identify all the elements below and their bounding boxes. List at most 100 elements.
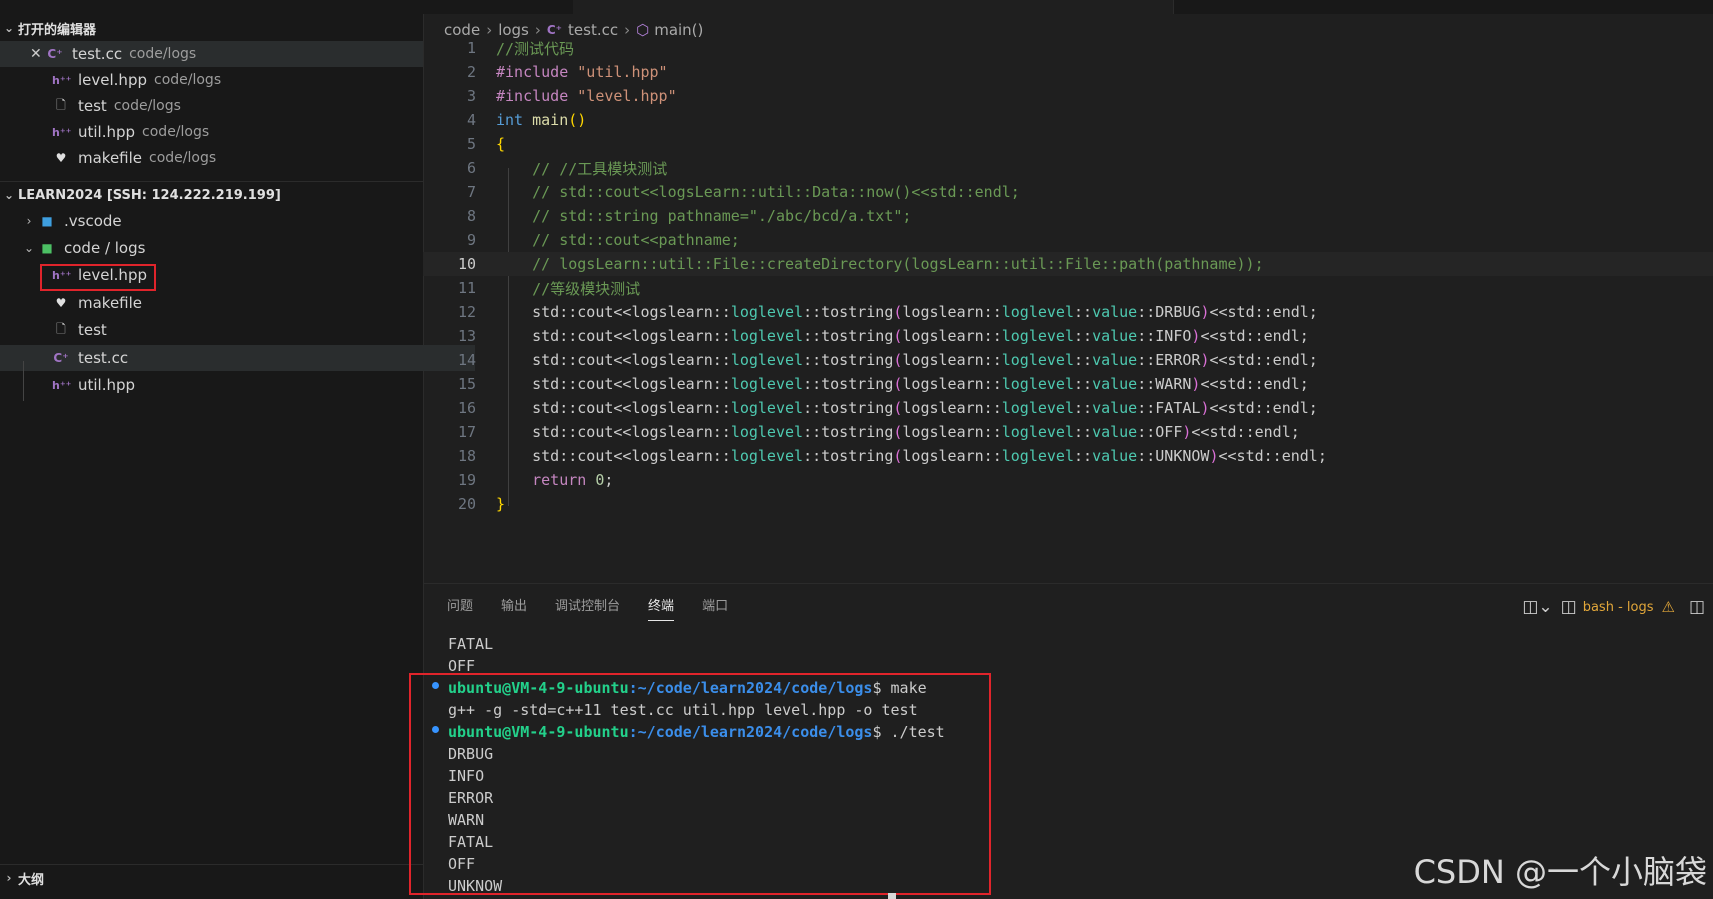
open-editor-name: util.hpp — [78, 123, 136, 141]
code-text: std::cout<<logslearn::loglevel::tostring… — [496, 303, 1318, 321]
open-editor-item-level-hpp[interactable]: h⁺⁺ level.hpp code/logs — [0, 67, 475, 93]
open-editor-desc: code/logs — [113, 98, 181, 114]
code-text: #include "level.hpp" — [496, 87, 677, 105]
code-line: 16 std::cout<<logslearn::loglevel::tostr… — [423, 396, 1713, 420]
hpp-file-icon: h⁺⁺ — [52, 73, 72, 87]
tab-ports[interactable]: 端口 — [702, 593, 728, 621]
scroll-indicator[interactable] — [888, 893, 896, 899]
open-editor-item-test[interactable]: 🗋 test code/logs — [0, 93, 475, 119]
explorer-sidebar: ⌄ 打开的编辑器 ✕ C⁺ test.cc code/logs h⁺⁺ leve… — [0, 0, 475, 899]
line-number: 11 — [457, 279, 476, 297]
code-line: 12 std::cout<<logslearn::loglevel::tostr… — [423, 300, 1713, 324]
line-number: 19 — [457, 471, 476, 489]
code-text: return 0; — [496, 471, 614, 489]
cpp-file-icon: C⁺ — [546, 23, 563, 37]
terminal-label[interactable]: bash - logs — [1583, 600, 1654, 615]
tree-file-test-cc[interactable]: C⁺ test.cc — [0, 345, 475, 371]
code-line: 4 int main() — [423, 108, 1713, 132]
open-editor-item-makefile[interactable]: ♥ makefile code/logs — [0, 145, 475, 171]
code-line: 6 // //工具模块测试 — [423, 156, 1713, 180]
code-text: // logsLearn::util::File::createDirector… — [496, 255, 1264, 273]
line-number: 3 — [466, 87, 476, 105]
tree-folder-vscode[interactable]: › ■ .vscode — [0, 208, 443, 234]
line-number: 10 — [457, 255, 476, 273]
highlight-box — [409, 673, 991, 895]
cpp-file-icon: C⁺ — [53, 351, 69, 365]
workspace-title: LEARN2024 [SSH: 124.222.219.199] — [18, 187, 281, 203]
code-line: 8 // std::string pathname="./abc/bcd/a.t… — [423, 204, 1713, 228]
open-editor-name: test.cc — [72, 45, 123, 63]
vscode-folder-icon: ■ — [41, 214, 53, 228]
tree-file-label: test.cc — [78, 349, 129, 367]
editor-tab[interactable] — [873, 0, 1024, 14]
terminal-icon[interactable]: ◫ — [1561, 597, 1577, 617]
line-number: 17 — [457, 423, 476, 441]
open-editor-name: makefile — [78, 149, 143, 167]
code-line: 11 //等级模块测试 — [423, 276, 1713, 300]
code-text: std::cout<<logslearn::loglevel::tostring… — [496, 351, 1318, 369]
code-line: 14 std::cout<<logslearn::loglevel::tostr… — [423, 348, 1713, 372]
code-text: } — [496, 495, 506, 513]
tree-file-makefile[interactable]: ♥ makefile — [0, 290, 475, 316]
line-number: 20 — [457, 495, 476, 513]
code-line: 19 return 0; — [423, 468, 1713, 492]
code-text: std::cout<<logslearn::loglevel::tostring… — [496, 423, 1300, 441]
open-editor-name: test — [78, 97, 107, 115]
highlight-box — [40, 264, 156, 291]
code-text: std::cout<<logslearn::loglevel::tostring… — [496, 327, 1309, 345]
open-editor-item-test-cc[interactable]: ✕ C⁺ test.cc code/logs — [0, 41, 423, 67]
tree-file-label: test — [78, 321, 107, 339]
editor-tab[interactable] — [723, 0, 874, 14]
line-number: 1 — [466, 39, 476, 57]
code-line: 15 std::cout<<logslearn::loglevel::tostr… — [423, 372, 1713, 396]
workspace-header[interactable]: ⌄ LEARN2024 [SSH: 124.222.219.199] — [0, 181, 423, 208]
line-number: 18 — [457, 447, 476, 465]
open-editors-header[interactable]: ⌄ 打开的编辑器 — [0, 16, 423, 40]
editor-tab[interactable] — [1023, 0, 1174, 14]
chevron-down-icon: ⌄ — [3, 188, 15, 202]
code-text: // std::cout<<logsLearn::util::Data::now… — [496, 183, 1020, 201]
code-line: 18 std::cout<<logslearn::loglevel::tostr… — [423, 444, 1713, 468]
outline-title: 大纲 — [18, 872, 45, 888]
file-icon: 🗋 — [56, 321, 66, 336]
code-text: std::cout<<logslearn::loglevel::tostring… — [496, 447, 1327, 465]
line-number: 12 — [457, 303, 476, 321]
editor-tab[interactable] — [573, 0, 724, 14]
tree-file-util-hpp[interactable]: h⁺⁺ util.hpp — [0, 372, 475, 398]
line-number: 6 — [466, 159, 476, 177]
tab-output[interactable]: 输出 — [501, 593, 527, 621]
line-number: 15 — [457, 375, 476, 393]
line-number: 2 — [466, 63, 476, 81]
code-text: //等级模块测试 — [496, 279, 641, 298]
cpp-file-icon: C⁺ — [47, 47, 63, 61]
tab-problems[interactable]: 问题 — [447, 593, 473, 621]
split-layout-icon[interactable]: ◫⌄ — [1522, 597, 1552, 617]
hpp-file-icon: h⁺⁺ — [52, 378, 72, 392]
tab-terminal[interactable]: 终端 — [648, 593, 675, 621]
tab-debug-console[interactable]: 调试控制台 — [555, 593, 620, 621]
open-editor-item-util-hpp[interactable]: h⁺⁺ util.hpp code/logs — [0, 119, 475, 145]
makefile-icon: ♥ — [55, 151, 67, 165]
warning-icon[interactable]: ⚠ — [1661, 598, 1674, 616]
open-editor-desc: code/logs — [154, 72, 222, 88]
tree-folder-code-logs[interactable]: ⌄ ■ code / logs — [0, 235, 443, 261]
watermark: CSDN @一个小脑袋 — [1413, 853, 1707, 891]
code-text: { — [496, 135, 506, 153]
split-terminal-icon[interactable]: ◫ — [1689, 597, 1705, 617]
open-editor-desc: code/logs — [129, 46, 197, 62]
code-editor[interactable]: 1 //测试代码 2 #include "util.hpp" 3 #include "… — [423, 39, 1713, 582]
code-text: std::cout<<logslearn::loglevel::tostring… — [496, 399, 1318, 417]
outline-header[interactable]: › 大纲 — [0, 864, 423, 891]
tree-file-test[interactable]: 🗋 test — [0, 317, 475, 343]
code-text: // //工具模块测试 — [496, 159, 668, 178]
line-number: 16 — [457, 399, 476, 417]
code-line: 1 //测试代码 — [423, 36, 1713, 60]
close-icon[interactable]: ✕ — [30, 46, 44, 62]
terminal-line: FATAL — [448, 635, 494, 653]
code-line: 3 #include "level.hpp" — [423, 84, 1713, 108]
code-text: // std::string pathname="./abc/bcd/a.txt… — [496, 207, 912, 225]
hpp-file-icon: h⁺⁺ — [52, 125, 72, 139]
code-line: 7 // std::cout<<logsLearn::util::Data::n… — [423, 180, 1713, 204]
open-editors-title: 打开的编辑器 — [18, 22, 97, 38]
line-number: 5 — [466, 135, 476, 153]
